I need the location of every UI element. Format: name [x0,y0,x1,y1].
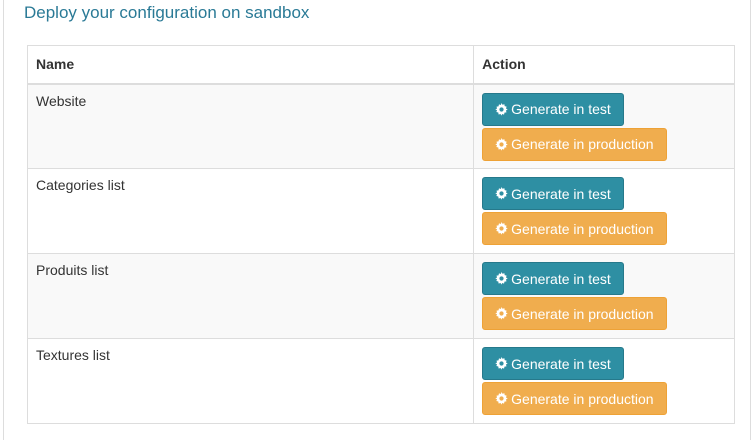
row-actions: Generate in test Generate in production [473,168,735,254]
generate-in-test-label: Generate in test [511,270,611,287]
gear-icon [495,102,508,116]
table-row: Textures list Generate in test Generate … [26,338,735,424]
row-actions: Generate in test Generate in production [473,338,735,424]
generate-in-production-label: Generate in production [511,136,654,152]
generate-in-test-button[interactable]: Generate in test [482,177,624,210]
generate-in-production-button[interactable]: Generate in production [482,382,667,415]
generate-in-production-button[interactable]: Generate in production [482,297,667,330]
generate-in-production-label: Generate in production [511,390,654,407]
generate-in-test-label: Generate in test [511,101,611,117]
row-name: Textures list [26,338,475,424]
gear-icon [495,357,508,370]
column-header-action: Action [473,45,735,85]
gear-icon [495,137,508,151]
row-name: Categories list [26,168,475,254]
column-header-name: Name [26,45,475,85]
gear-icon [495,222,508,235]
gear-icon [495,307,508,320]
row-name: Produits list [26,253,475,339]
table-row: Website Generate in test Generate in pro… [26,83,735,169]
row-actions: Generate in test Generate in production [473,253,735,339]
generate-in-test-button[interactable]: Generate in test [482,262,624,295]
gear-icon [495,392,508,405]
generate-in-production-button[interactable]: Generate in production [482,127,667,161]
gear-icon [495,272,508,285]
row-actions: Generate in test Generate in production [473,83,735,169]
deploy-table: Name Action Website Generate in test Gen… [26,45,735,424]
gear-icon [495,187,508,200]
row-name: Website [26,83,475,169]
table-row: Produits list Generate in test Generate … [26,253,735,339]
table-header-row: Name Action [26,45,735,85]
generate-in-production-button[interactable]: Generate in production [482,212,667,245]
generate-in-production-label: Generate in production [511,305,654,322]
generate-in-test-label: Generate in test [511,355,611,372]
panel-title: Deploy your configuration on sandbox [24,3,310,22]
deploy-panel: Deploy your configuration on sandbox Nam… [3,0,751,440]
table-row: Categories list Generate in test Generat… [26,168,735,254]
generate-in-test-button[interactable]: Generate in test [482,347,624,380]
generate-in-production-label: Generate in production [511,220,654,237]
generate-in-test-button[interactable]: Generate in test [482,92,624,126]
generate-in-test-label: Generate in test [511,185,611,202]
